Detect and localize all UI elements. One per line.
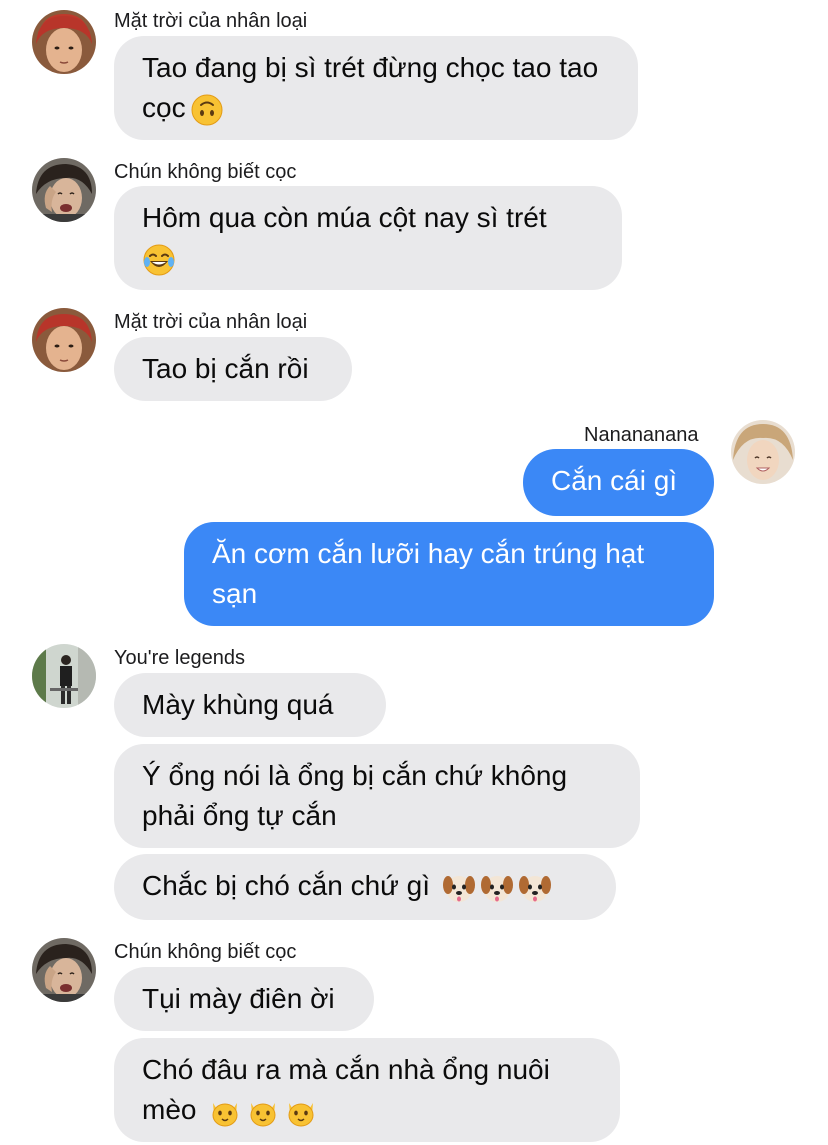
cat-face-emoji [246,1095,280,1129]
upside-down-face-emoji [190,93,224,127]
message-bubble-incoming[interactable]: Tao bị cắn rồi [114,337,352,401]
cat-face-emoji [284,1095,318,1129]
message-text: Ý ổng nói là ổng bị cắn chứ không phải ổ… [142,760,568,831]
message-bubble-incoming[interactable]: Chó đâu ra mà cắn nhà ổng nuôi mèo [114,1038,620,1142]
sender-name: Nanananana [584,424,699,446]
avatar-chun[interactable] [32,158,96,222]
message-text: Tao bị cắn rồi [142,353,309,384]
message-text: Cắn cái gì [551,465,678,496]
message-bubble-incoming[interactable]: Mày khùng quá [114,673,386,737]
message-text: Chắc bị chó cắn chứ gì [142,870,431,901]
message-text: Ăn cơm cắn lưỡi hay cắn trúng hạt sạn [212,538,645,609]
avatar-mat-troi[interactable] [32,308,96,372]
avatar-mat-troi[interactable] [32,10,96,74]
message-bubble-outgoing[interactable]: Cắn cái gì [523,449,714,516]
sender-name: Mặt trời của nhân loại [114,311,308,333]
avatar-nanananana[interactable] [731,420,795,484]
message-text: Tụi mày điên ời [142,983,335,1014]
cat-face-emoji [208,1095,242,1129]
message-text: Mày khùng quá [142,689,334,720]
message-text: Chó đâu ra mà cắn nhà ổng nuôi mèo [142,1054,550,1125]
message-text: Hôm qua còn múa cột nay sì trét [142,202,547,233]
sender-name: Chún không biết cọc [114,941,297,963]
message-bubble-outgoing[interactable]: Ăn cơm cắn lưỡi hay cắn trúng hạt sạn [184,522,714,626]
tears-of-joy-emoji [142,243,176,277]
message-bubble-incoming[interactable]: Tụi mày điên ời [114,967,374,1031]
sender-name: Mặt trời của nhân loại [114,10,308,32]
avatar-chun[interactable] [32,938,96,1002]
sender-name: Chún không biết cọc [114,161,297,183]
message-bubble-incoming[interactable]: Chắc bị chó cắn chứ gì [114,854,616,920]
dog-face-emoji [442,871,476,905]
dog-face-emoji [480,871,514,905]
message-bubble-incoming[interactable]: Hôm qua còn múa cột nay sì trét [114,186,622,290]
message-bubble-incoming[interactable]: Tao đang bị sì trét đừng chọc tao tao cọ… [114,36,638,140]
sender-name: You're legends [114,647,245,669]
dog-face-emoji [518,871,552,905]
message-bubble-incoming[interactable]: Ý ổng nói là ổng bị cắn chứ không phải ổ… [114,744,640,848]
avatar-youre-legends[interactable] [32,644,96,708]
